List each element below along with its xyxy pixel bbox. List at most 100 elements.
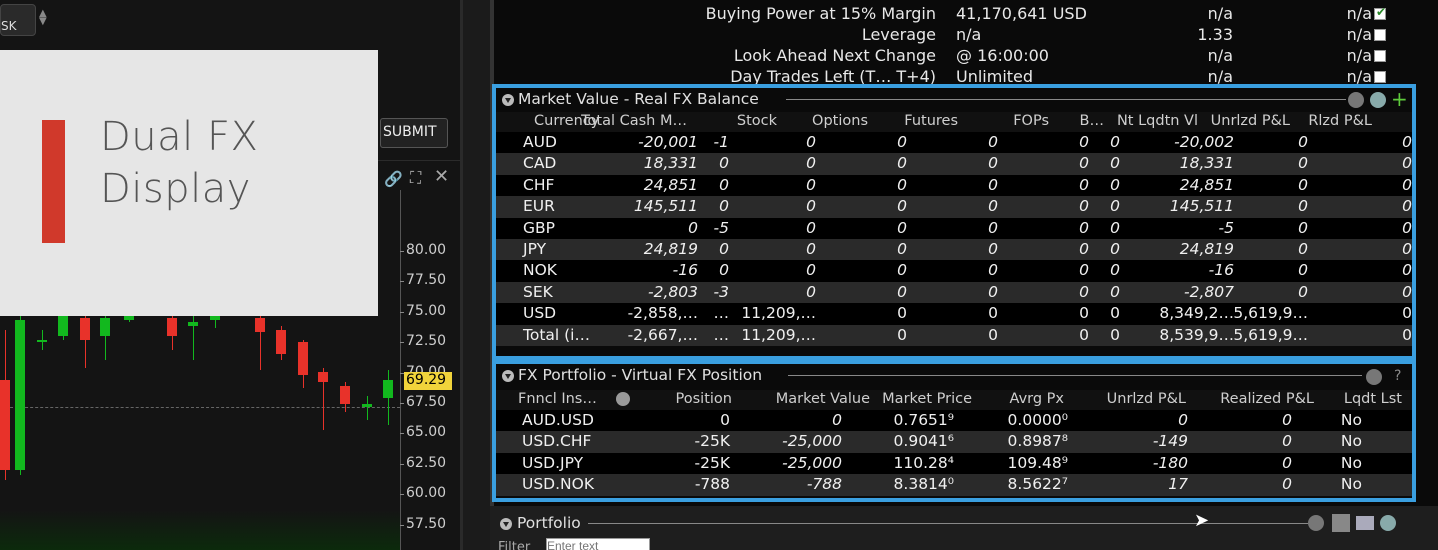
table-row[interactable]: NOK -16 0 0 0 0 0 0 -16 0 0: [496, 260, 1412, 282]
help-icon[interactable]: [1370, 92, 1386, 108]
column-header[interactable]: Rlzd P&L: [1308, 113, 1372, 129]
column-header[interactable]: FOPs: [1013, 113, 1049, 129]
table-cell: 0: [988, 325, 998, 344]
table-cell: NOK: [523, 261, 557, 280]
column-header[interactable]: Stock: [737, 113, 777, 129]
table-cell: USD.NOK: [522, 475, 595, 494]
table-row[interactable]: EUR 145,511 0 0 0 0 0 0 145,511 0 0: [496, 196, 1412, 218]
collapse-icon[interactable]: [502, 370, 514, 382]
column-header[interactable]: Realized P&L: [1220, 391, 1314, 407]
y-axis-label: 80.00: [406, 242, 447, 258]
candle: [167, 318, 177, 336]
table-cell: 0: [1110, 218, 1120, 237]
table-row[interactable]: USD.NOK -788 -788 8.3814⁰ 8.5622⁷ 17 0 No: [496, 474, 1412, 496]
settings-icon[interactable]: [1308, 515, 1324, 531]
window-icon[interactable]: [1356, 516, 1374, 530]
table-row[interactable]: USD -2,858,… … 11,209,… 0 0 0 0 8,349,2… 5,619,9……: [496, 303, 1412, 325]
summary-value: 1.33: [1197, 25, 1233, 44]
table-row[interactable]: USD.CHF -25K -25,000 0.9041⁶ 0.8987⁸ -149 0 No: [496, 431, 1412, 453]
y-tick: [400, 342, 404, 344]
table-row[interactable]: CHF 24,851 0 0 0 0 0 0 24,851 0 0: [496, 174, 1412, 197]
table-row[interactable]: CAD 18,331 0 0 0 0 0 0 18,331 0 0: [496, 153, 1412, 175]
table-row[interactable]: AUD -20,001 -1 0 0 0 0 0 -20,002 0 0: [496, 132, 1412, 154]
table-row[interactable]: USD.JPY -25K -25,000 110.28⁴ 109.48⁹ -180 0 No: [496, 452, 1412, 475]
filter-input[interactable]: [546, 538, 650, 550]
table-cell: 0: [719, 261, 729, 280]
column-header[interactable]: Total Cash M…: [581, 113, 687, 129]
settings-icon[interactable]: [1366, 369, 1382, 385]
table-cell: 0: [806, 197, 816, 216]
summary-checkbox[interactable]: [1374, 50, 1386, 62]
column-header[interactable]: B…: [1080, 113, 1104, 129]
close-icon[interactable]: ✕: [434, 166, 449, 187]
table-cell: 0.0000⁰: [1007, 411, 1068, 429]
table-cell: 0: [1402, 218, 1412, 237]
table-cell: 0: [1402, 197, 1412, 216]
column-header[interactable]: Futures: [904, 113, 958, 129]
table-row[interactable]: JPY 24,819 0 0 0 0 0 0 24,819 0 0: [496, 238, 1412, 261]
column-header[interactable]: Market Value: [776, 391, 870, 407]
table-cell: 0: [1282, 475, 1292, 494]
splitter[interactable]: [460, 0, 490, 550]
table-cell: 0: [806, 282, 816, 301]
candle: [255, 318, 265, 332]
table-cell: -3: [713, 282, 729, 301]
column-header[interactable]: Market Price: [882, 391, 972, 407]
link-icon[interactable]: 🔗: [384, 170, 403, 188]
collapse-icon[interactable]: [500, 518, 512, 530]
market-value-header[interactable]: Market Value - Real FX Balance +: [496, 87, 1412, 112]
table-cell: 0: [897, 325, 907, 344]
column-header[interactable]: Unrlzd P&L: [1211, 113, 1290, 129]
table-cell: 0: [1110, 239, 1120, 258]
table-cell: 0: [1298, 154, 1308, 173]
summary-row: Leverage n/a 1.33 n/a: [490, 25, 1438, 46]
add-icon[interactable]: +: [1391, 87, 1408, 111]
column-header[interactable]: Fnncl Ins…: [518, 391, 597, 407]
settings-icon[interactable]: [1348, 92, 1364, 108]
table-cell: USD.JPY: [522, 453, 584, 472]
y-tick: [400, 403, 404, 404]
submit-button[interactable]: SUBMIT: [380, 118, 448, 148]
candle: [383, 380, 393, 398]
table-cell: 0: [988, 154, 998, 173]
table-row[interactable]: GBP 0 -5 0 0 0 0 0 -5 0 0: [496, 217, 1412, 239]
expand-icon[interactable]: ⛶: [410, 168, 421, 188]
table-row[interactable]: AUD.USD 0 0 0.7651⁹ 0.0000⁰ 0 0 No: [496, 410, 1412, 432]
summary-checkbox[interactable]: [1374, 71, 1386, 83]
portfolio-header[interactable]: Portfolio: [490, 512, 1438, 536]
column-header[interactable]: Unrlzd P&L: [1107, 391, 1186, 407]
table-cell: AUD: [523, 133, 557, 151]
table-cell: 0: [1178, 411, 1188, 429]
table-cell: 0: [806, 175, 816, 194]
table-cell: 0: [1282, 432, 1292, 451]
fx-portfolio-header[interactable]: FX Portfolio - Virtual FX Position ?: [496, 364, 1412, 390]
summary-value: n/a: [1346, 25, 1372, 44]
check-icon: ✔: [1376, 5, 1387, 19]
spinner-icon[interactable]: ▲ ▼: [39, 9, 47, 27]
table-cell: -1: [713, 133, 729, 151]
help-icon[interactable]: ?: [1394, 368, 1401, 384]
column-header[interactable]: Avrg Px: [1010, 391, 1065, 407]
y-axis-label: 62.50: [406, 454, 447, 471]
help-icon[interactable]: [1380, 515, 1396, 531]
summary-value: n/a: [1346, 4, 1372, 23]
table-cell: USD: [523, 304, 557, 323]
collapse-icon[interactable]: [502, 94, 514, 106]
title-line-2: Display: [100, 166, 251, 212]
grid-icon[interactable]: [1332, 514, 1350, 532]
title-line-1: Dual FX: [100, 114, 259, 160]
table-row[interactable]: Total (i… -2,667,… … 11,209,… 0 0 0 0 8,539,9… 5,…: [496, 324, 1412, 346]
table-row[interactable]: SEK -2,803 -3 0 0 0 0 0 -2,807 0 0: [496, 281, 1412, 304]
y-axis: [400, 190, 401, 550]
column-header[interactable]: Position: [676, 391, 732, 407]
column-header[interactable]: Nt Lqdtn Vl: [1117, 113, 1198, 129]
column-header[interactable]: Lqdt Lst: [1344, 391, 1402, 407]
summary-checkbox[interactable]: ✔: [1374, 5, 1387, 20]
table-cell: 0: [1110, 154, 1120, 173]
column-header[interactable]: Options: [812, 113, 868, 129]
sort-icon[interactable]: [616, 392, 630, 406]
summary-checkbox[interactable]: [1374, 29, 1386, 41]
order-type-box[interactable]: SK: [0, 4, 36, 36]
table-cell: 0: [1079, 261, 1089, 280]
table-cell: 0: [1079, 218, 1089, 237]
